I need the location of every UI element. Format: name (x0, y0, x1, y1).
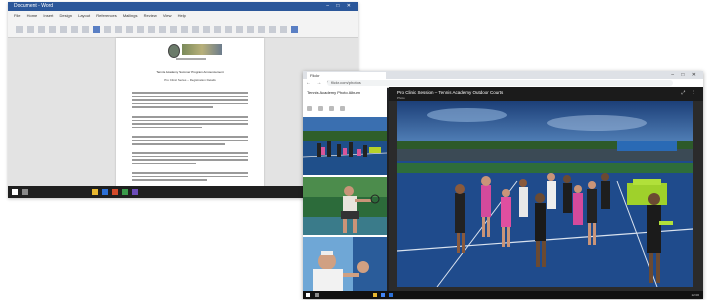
ribbon-tab-home[interactable]: Home (27, 13, 38, 18)
ribbon-tab-mailings[interactable]: Mailings (123, 13, 138, 18)
banner-caption (176, 58, 206, 60)
align-right-icon[interactable] (159, 26, 166, 33)
paragraph (132, 152, 248, 166)
ribbon-tab-view[interactable]: View (163, 13, 172, 18)
download-icon[interactable] (329, 106, 334, 111)
main-photo[interactable] (397, 101, 697, 287)
document-heading: Tennis Academy Summer Program Announceme… (156, 70, 224, 74)
style-strong-icon[interactable] (225, 26, 232, 33)
word-title: Document - Word (14, 3, 54, 9)
taskbar: 12:00 (303, 291, 703, 299)
viewer-actions[interactable]: ⤢ ⋮ (681, 90, 697, 96)
document-subheading: Pro Clinic Series – Registration Details (164, 78, 216, 82)
style-quote-icon[interactable] (236, 26, 243, 33)
chrome-icon[interactable] (381, 293, 385, 297)
word-app-icon[interactable] (102, 189, 108, 195)
font-color-icon[interactable] (93, 26, 100, 33)
cut-icon[interactable] (27, 26, 34, 33)
photo-sidebar: Tennis Academy Photo Album (303, 87, 387, 299)
photo-thumbnail[interactable] (303, 177, 387, 235)
sidebar-title: Tennis Academy Photo Album (307, 90, 360, 95)
header-banner-image (182, 44, 222, 55)
font-icon[interactable] (49, 26, 56, 33)
replace-icon[interactable] (269, 26, 276, 33)
word-app-icon[interactable] (389, 293, 393, 297)
ribbon-toolbar (14, 21, 352, 34)
copy-icon[interactable] (38, 26, 45, 33)
browser-tab-strip: Flickr – □ ✕ (303, 71, 703, 79)
app-icon[interactable] (132, 189, 138, 195)
select-icon[interactable] (280, 26, 287, 33)
browser-content: Tennis Academy Photo Album Pro Clinic Se… (303, 87, 703, 299)
word-title-bar: Document - Word – □ ✕ (8, 2, 358, 11)
paragraph (132, 92, 248, 110)
align-left-icon[interactable] (137, 26, 144, 33)
dictate-icon[interactable] (291, 26, 298, 33)
ribbon-tab-help[interactable]: Help (178, 13, 186, 18)
url-field[interactable]: flickr.com/photos (327, 80, 673, 86)
search-icon[interactable] (315, 293, 319, 297)
photo-subtitle: Photo (397, 96, 405, 100)
style-more-icon[interactable] (247, 26, 254, 33)
ribbon-tab-review[interactable]: Review (144, 13, 157, 18)
word-ribbon: File Home Insert Design Layout Reference… (8, 11, 358, 38)
sidebar-actions (307, 98, 383, 116)
find-icon[interactable] (258, 26, 265, 33)
more-icon[interactable] (340, 106, 345, 111)
photo-thumbnail[interactable] (303, 117, 387, 175)
info-icon[interactable] (307, 106, 312, 111)
browser-window-controls[interactable]: – □ ✕ (671, 71, 699, 79)
bold-icon[interactable] (60, 26, 67, 33)
app-icon[interactable] (112, 189, 118, 195)
viewer-header: Pro Clinic Session – Tennis Academy Outd… (389, 87, 703, 101)
browser-tab[interactable]: Flickr (307, 72, 386, 79)
style-subtitle-icon[interactable] (203, 26, 210, 33)
browser-window: Flickr – □ ✕ ← → ⟳ flickr.com/photos Ten… (303, 71, 703, 299)
crest-logo (168, 44, 180, 58)
paragraph (132, 172, 248, 183)
document-page[interactable]: Tennis Academy Summer Program Announceme… (116, 38, 264, 198)
start-icon[interactable] (306, 293, 310, 297)
ribbon-tab-insert[interactable]: Insert (43, 13, 53, 18)
photo-title: Pro Clinic Session – Tennis Academy Outd… (397, 90, 504, 95)
indent-icon[interactable] (126, 26, 133, 33)
search-icon[interactable] (22, 189, 28, 195)
ribbon-tab-references[interactable]: References (96, 13, 116, 18)
italic-icon[interactable] (71, 26, 78, 33)
ribbon-tab-design[interactable]: Design (60, 13, 72, 18)
underline-icon[interactable] (82, 26, 89, 33)
numbering-icon[interactable] (115, 26, 122, 33)
app-icon[interactable] (122, 189, 128, 195)
ribbon-tab-layout[interactable]: Layout (78, 13, 90, 18)
word-window-controls[interactable]: – □ ✕ (326, 2, 354, 11)
paragraph (132, 136, 248, 147)
photo-thumbnail[interactable] (303, 237, 387, 299)
bullets-icon[interactable] (104, 26, 111, 33)
ribbon-tab-file[interactable]: File (14, 13, 20, 18)
paste-icon[interactable] (16, 26, 23, 33)
file-explorer-icon[interactable] (92, 189, 98, 195)
style-heading-icon[interactable] (181, 26, 188, 33)
style-title-icon[interactable] (192, 26, 199, 33)
align-center-icon[interactable] (148, 26, 155, 33)
paragraph (132, 116, 248, 130)
style-emphasis-icon[interactable] (214, 26, 221, 33)
photo-viewer: Pro Clinic Session – Tennis Academy Outd… (389, 87, 703, 291)
style-normal-icon[interactable] (170, 26, 177, 33)
file-explorer-icon[interactable] (373, 293, 377, 297)
ribbon-tabs: File Home Insert Design Layout Reference… (14, 13, 191, 18)
sidebar-header: Tennis Academy Photo Album (303, 87, 387, 117)
start-icon[interactable] (12, 189, 18, 195)
clock: 12:00 (691, 293, 699, 297)
share-icon[interactable] (318, 106, 323, 111)
